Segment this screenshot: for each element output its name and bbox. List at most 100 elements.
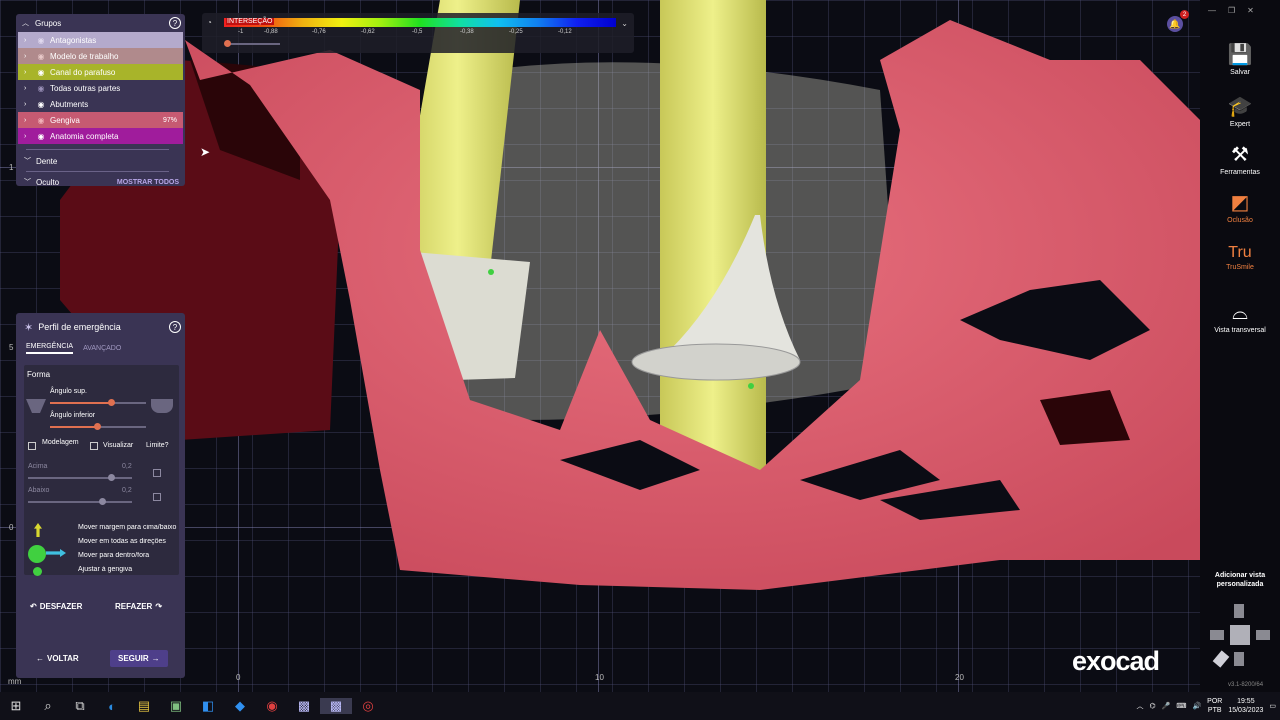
help-icon[interactable]: ? (169, 321, 181, 333)
eye-hidden-icon[interactable]: ◉ (36, 52, 46, 61)
divider (26, 171, 169, 172)
below-label: Abaixo (28, 487, 50, 494)
option-fit-gingiva: Ajustar à gengiva (78, 566, 133, 573)
view-cube-icon[interactable] (1210, 604, 1272, 670)
hidden-section[interactable]: ﹀ Oculto MOSTRAR TODOS (18, 174, 183, 190)
group-item-working-model[interactable]: › ◉ Modelo de trabalho (18, 48, 183, 64)
toolbar-cross-section[interactable]: ⌓ Vista transversal (1200, 302, 1280, 334)
visualize-checkbox[interactable] (90, 442, 98, 450)
x-tick-label: 20 (955, 673, 964, 682)
groups-panel: ︿ Grupos ? › ◉ Antagonistas › ◉ Modelo d… (16, 14, 185, 187)
save-icon: 💾 (1227, 44, 1253, 66)
toolbar-save[interactable]: 💾 Salvar (1200, 42, 1280, 76)
app-icon[interactable]: ◧ (192, 698, 224, 714)
below-value[interactable]: 0,2 (122, 487, 132, 494)
toolbar-label: Oclusão (1227, 217, 1253, 224)
above-slider-knob[interactable] (108, 474, 115, 481)
toolbar-label: Vista transversal (1214, 327, 1266, 334)
chevron-right-icon: › (24, 132, 27, 140)
next-button[interactable]: SEGUIR → (110, 650, 168, 667)
cross-section-icon: ⌓ (1232, 302, 1248, 324)
notification-bell-icon[interactable]: 🔔 (1167, 16, 1183, 32)
eye-icon[interactable]: ◉ (36, 132, 46, 141)
intersection-slider-knob[interactable] (224, 40, 231, 47)
below-slider-knob[interactable] (99, 498, 106, 505)
back-button[interactable]: ← VOLTAR (36, 654, 79, 663)
help-icon[interactable]: ? (169, 17, 181, 29)
notifications-icon[interactable]: ▭ (1269, 702, 1276, 710)
angle-sup-slider-fill (50, 402, 110, 404)
y-tick-label: 1 (9, 163, 14, 172)
fit-gingiva-dot-icon (33, 567, 42, 576)
group-item-full-anatomy[interactable]: › ◉ Anatomia completa (18, 128, 183, 144)
limit-label: Limite? (146, 442, 169, 449)
keyboard-icon[interactable]: ⌨ (1176, 702, 1186, 710)
gauge-icon[interactable]: ◔ (207, 18, 212, 27)
app-icon[interactable]: ◎ (352, 698, 384, 714)
colorbar-tick: -0,88 (264, 29, 278, 35)
clock[interactable]: 19:55 15/03/2023 (1228, 697, 1263, 715)
task-view-icon[interactable]: ⧉ (64, 698, 96, 714)
language-indicator[interactable]: POR PTB (1207, 697, 1222, 715)
eye-icon[interactable]: ◉ (36, 100, 46, 109)
chevron-up-icon[interactable]: ︿ (1136, 701, 1143, 711)
eye-icon[interactable]: ◉ (36, 68, 46, 77)
network-icon[interactable]: ⌬ (1149, 702, 1155, 710)
toolbar-trusmile[interactable]: Tru TruSmile (1200, 244, 1280, 271)
opacity-value[interactable]: 97% (163, 117, 177, 124)
angle-inf-slider-fill (50, 426, 96, 428)
toolbar-occlusion[interactable]: ◩ Oclusão (1200, 190, 1280, 224)
restore-icon[interactable]: ❐ (1228, 6, 1235, 15)
microphone-icon[interactable]: 🎤 (1162, 702, 1171, 710)
windows-start-icon[interactable]: ⊞ (0, 698, 32, 714)
below-slider-track[interactable] (28, 501, 132, 503)
edge-icon[interactable]: ◐ (96, 699, 128, 714)
minimize-icon[interactable]: — (1208, 6, 1216, 15)
divider (26, 149, 169, 150)
toolbar-tools[interactable]: ⚒ Ferramentas (1200, 142, 1280, 176)
speaker-icon[interactable]: 🔊 (1192, 702, 1201, 710)
angle-sup-label: Ângulo sup. (50, 388, 87, 395)
exocad-taskbar-icon[interactable]: ▩ (288, 698, 320, 714)
tab-advanced[interactable]: AVANÇADO (83, 345, 121, 352)
app-icon[interactable]: ◆ (224, 698, 256, 714)
chevron-right-icon: › (24, 84, 27, 92)
below-limit-checkbox[interactable] (153, 493, 161, 501)
undo-button[interactable]: ↶ DESFAZER (30, 602, 82, 611)
intersection-slider-track[interactable] (226, 43, 280, 45)
eye-hidden-icon[interactable]: ◉ (36, 116, 46, 125)
groups-header[interactable]: ︿ Grupos ? (16, 14, 185, 32)
tab-emergence[interactable]: EMERGÊNCIA (26, 343, 74, 354)
close-icon[interactable]: ✕ (1247, 6, 1254, 15)
above-limit-checkbox[interactable] (153, 469, 161, 477)
toolbar-expert[interactable]: 🎓 Expert (1200, 94, 1280, 128)
angle-inf-slider-knob[interactable] (94, 423, 101, 430)
group-item-abutments[interactable]: › ◉ Abutments (18, 96, 183, 112)
show-all-button[interactable]: MOSTRAR TODOS (117, 179, 179, 186)
add-custom-view-button[interactable]: Adicionar vista personalizada (1200, 571, 1280, 589)
group-item-other-parts[interactable]: › ◉ Todas outras partes (18, 80, 183, 96)
exocad-active-taskbar-icon[interactable]: ▩ (320, 698, 352, 714)
search-icon[interactable]: ⌕ (32, 698, 64, 714)
eye-hidden-icon[interactable]: ◉ (36, 36, 46, 45)
chrome-icon[interactable]: ◉ (256, 698, 288, 714)
modeling-checkbox[interactable] (28, 442, 36, 450)
chevron-right-icon: › (24, 100, 27, 108)
redo-label: REFAZER (115, 602, 153, 611)
file-explorer-icon[interactable]: ▤ (128, 698, 160, 714)
eye-hidden-icon[interactable]: ◉ (36, 84, 46, 93)
group-item-gingiva[interactable]: › ◉ Gengiva 97% (18, 112, 183, 128)
angle-sup-slider-knob[interactable] (108, 399, 115, 406)
group-item-antagonists[interactable]: › ◉ Antagonistas (18, 32, 183, 48)
notification-badge: 2 (1180, 10, 1189, 19)
above-slider-track[interactable] (28, 477, 132, 479)
time-label: 19:55 (1237, 698, 1255, 705)
app-icon[interactable]: ▣ (160, 698, 192, 714)
chevron-down-icon[interactable]: ⌄ (621, 19, 628, 28)
version-label: v3.1-8200/64 (1228, 682, 1264, 688)
angle-inf-label: Ângulo inferior (50, 412, 96, 419)
tooth-section[interactable]: ﹀ Dente (18, 153, 183, 169)
group-item-screw-channel[interactable]: › ◉ Canal do parafuso (18, 64, 183, 80)
above-value[interactable]: 0,2 (122, 463, 132, 470)
redo-button[interactable]: REFAZER ↷ (115, 602, 162, 611)
